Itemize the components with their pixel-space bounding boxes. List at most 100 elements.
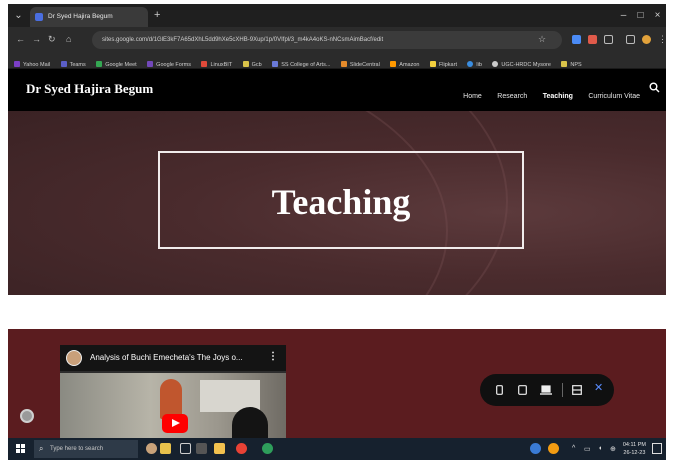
address-bar-row: ← → ↻ ⌂ sites.google.com/d/1GlE3kF7A65dX… — [8, 27, 666, 53]
bookmark-icon — [242, 61, 249, 67]
browser-tab[interactable]: Dr Syed Hajira Begum × — [30, 7, 148, 27]
tray-app-icon[interactable] — [530, 443, 541, 454]
teams-icon — [60, 61, 67, 67]
bookmark-item[interactable]: Gcb — [242, 57, 262, 68]
whatsapp-icon[interactable] — [262, 443, 273, 454]
bookmark-item[interactable]: NPS — [561, 57, 582, 68]
tab-title: Dr Syed Hajira Begum — [48, 13, 113, 20]
home-icon[interactable]: ⌂ — [66, 34, 71, 44]
bookmark-icon — [467, 61, 474, 67]
taskbar-search-box[interactable]: ⌕ Type here to search — [34, 440, 138, 458]
channel-avatar[interactable] — [66, 350, 82, 366]
network-icon[interactable]: ▭ — [584, 445, 591, 453]
chrome-icon[interactable] — [236, 443, 247, 454]
bookmark-icon — [201, 61, 208, 67]
close-icon[interactable]: ✕ — [594, 383, 603, 394]
task-view-icon[interactable] — [180, 443, 191, 454]
tablet-icon[interactable] — [518, 385, 527, 397]
page-settings-icon[interactable] — [20, 409, 34, 423]
video-thumbnail-person — [160, 379, 182, 419]
menu-icon[interactable]: ⋮ — [658, 34, 666, 45]
video-title[interactable]: Analysis of Buchi Emecheta's The Joys o.… — [90, 353, 243, 362]
maximize-button[interactable]: □ — [633, 8, 648, 23]
bookmark-item[interactable]: Amazon — [390, 57, 419, 68]
yahoo-icon — [14, 61, 20, 67]
hero-title-frame: Teaching — [158, 151, 524, 249]
flipkart-icon — [429, 61, 436, 67]
extension-icon[interactable] — [572, 35, 581, 44]
preview-device-bar: ✕ — [480, 374, 614, 406]
forward-icon[interactable]: → — [32, 34, 41, 44]
site-nav: Home Research Teaching Curriculum Vitae — [452, 85, 640, 103]
screen: ⌄ Dr Syed Hajira Begum × + – □ × ← → ↻ ⌂… — [8, 4, 666, 460]
bookmark-item[interactable]: Yahoo Mail — [14, 57, 50, 68]
bookmark-icon — [561, 61, 568, 67]
taskbar-app-icon[interactable] — [196, 443, 207, 454]
windows-taskbar: ⌕ Type here to search ^ ▭ ◖ ⊕ 04:11 PM 2… — [8, 438, 666, 460]
language-icon[interactable]: ⊕ — [610, 445, 616, 453]
nav-teaching[interactable]: Teaching — [543, 93, 573, 100]
phone-icon[interactable] — [496, 385, 503, 397]
clock-date: 26-12-23 — [623, 450, 646, 456]
bookmark-star-icon[interactable]: ☆ — [538, 34, 546, 45]
nav-home[interactable]: Home — [463, 93, 482, 100]
content-section: Analysis of Buchi Emecheta's The Joys o.… — [8, 329, 666, 438]
tray-app-icon[interactable] — [548, 443, 559, 454]
bookmark-icon — [272, 61, 279, 67]
bookmark-item[interactable]: LinuxBIT — [201, 57, 232, 68]
spacer-band — [8, 295, 666, 329]
bookmark-item[interactable]: Flipkart — [429, 57, 457, 68]
laptop-icon[interactable] — [540, 385, 552, 397]
sites-favicon-icon — [35, 13, 43, 21]
open-in-new-icon[interactable] — [572, 385, 582, 397]
more-options-icon[interactable]: ⋮ — [268, 351, 278, 362]
bookmark-item[interactable]: SlideCentral — [340, 57, 380, 68]
clock-time: 04:11 PM — [622, 442, 646, 448]
tab-search-icon[interactable]: ⌄ — [11, 8, 26, 23]
browser-tab-bar: ⌄ Dr Syed Hajira Begum × + – □ × — [8, 4, 666, 27]
weather-icon[interactable] — [160, 443, 171, 454]
notifications-icon[interactable] — [652, 443, 662, 454]
page-title: Teaching — [271, 182, 411, 222]
bookmark-icon — [340, 61, 347, 67]
profile-avatar[interactable] — [642, 35, 651, 44]
youtube-embed[interactable]: Analysis of Buchi Emecheta's The Joys o.… — [60, 345, 286, 438]
search-icon[interactable] — [649, 82, 660, 96]
windows-start-icon[interactable] — [16, 444, 26, 454]
extension-icon[interactable] — [588, 35, 597, 44]
bookmark-item[interactable]: SS College of Arts... — [272, 57, 330, 68]
forms-icon — [147, 61, 154, 67]
bookmark-item[interactable]: UGC-HRDC Mysore — [492, 57, 551, 68]
close-window-button[interactable]: × — [650, 8, 665, 23]
meet-icon — [96, 61, 103, 67]
play-button-icon[interactable] — [162, 414, 188, 433]
divider — [562, 383, 563, 397]
url-field[interactable]: sites.google.com/d/1GlE3kF7A65dXhL5dd9hX… — [92, 31, 562, 49]
hero-banner: Teaching — [8, 111, 666, 295]
video-thumbnail-person — [232, 407, 268, 438]
new-tab-icon[interactable]: + — [154, 9, 160, 21]
minimize-button[interactable]: – — [616, 8, 631, 23]
bookmark-item[interactable]: lib — [467, 57, 482, 68]
reload-icon[interactable]: ↻ — [48, 34, 56, 45]
site-title[interactable]: Dr Syed Hajira Begum — [26, 81, 153, 97]
chevron-up-icon[interactable]: ^ — [572, 445, 575, 452]
amazon-icon — [390, 61, 397, 67]
nav-curriculum-vitae[interactable]: Curriculum Vitae — [588, 93, 640, 100]
bookmark-item[interactable]: Google Forms — [147, 57, 191, 68]
people-icon[interactable] — [146, 443, 157, 454]
bookmark-item[interactable]: Google Meet — [96, 57, 137, 68]
video-title-bar: Analysis of Buchi Emecheta's The Joys o.… — [60, 345, 286, 371]
nav-research[interactable]: Research — [497, 93, 527, 100]
taskbar-search-placeholder: Type here to search — [50, 446, 104, 452]
file-explorer-icon[interactable] — [214, 443, 225, 454]
bookmark-item[interactable]: Teams — [60, 57, 86, 68]
extensions-puzzle-icon[interactable] — [604, 35, 613, 44]
site-header: Dr Syed Hajira Begum Home Research Teach… — [8, 69, 666, 111]
volume-icon[interactable]: ◖ — [598, 445, 602, 452]
taskbar-clock[interactable]: 04:11 PM 26-12-23 — [623, 441, 646, 457]
globe-icon — [492, 61, 499, 67]
back-icon[interactable]: ← — [16, 34, 25, 44]
side-panel-icon[interactable] — [626, 35, 635, 44]
bookmarks-bar: Yahoo Mail Teams Google Meet Google Form… — [8, 53, 666, 69]
